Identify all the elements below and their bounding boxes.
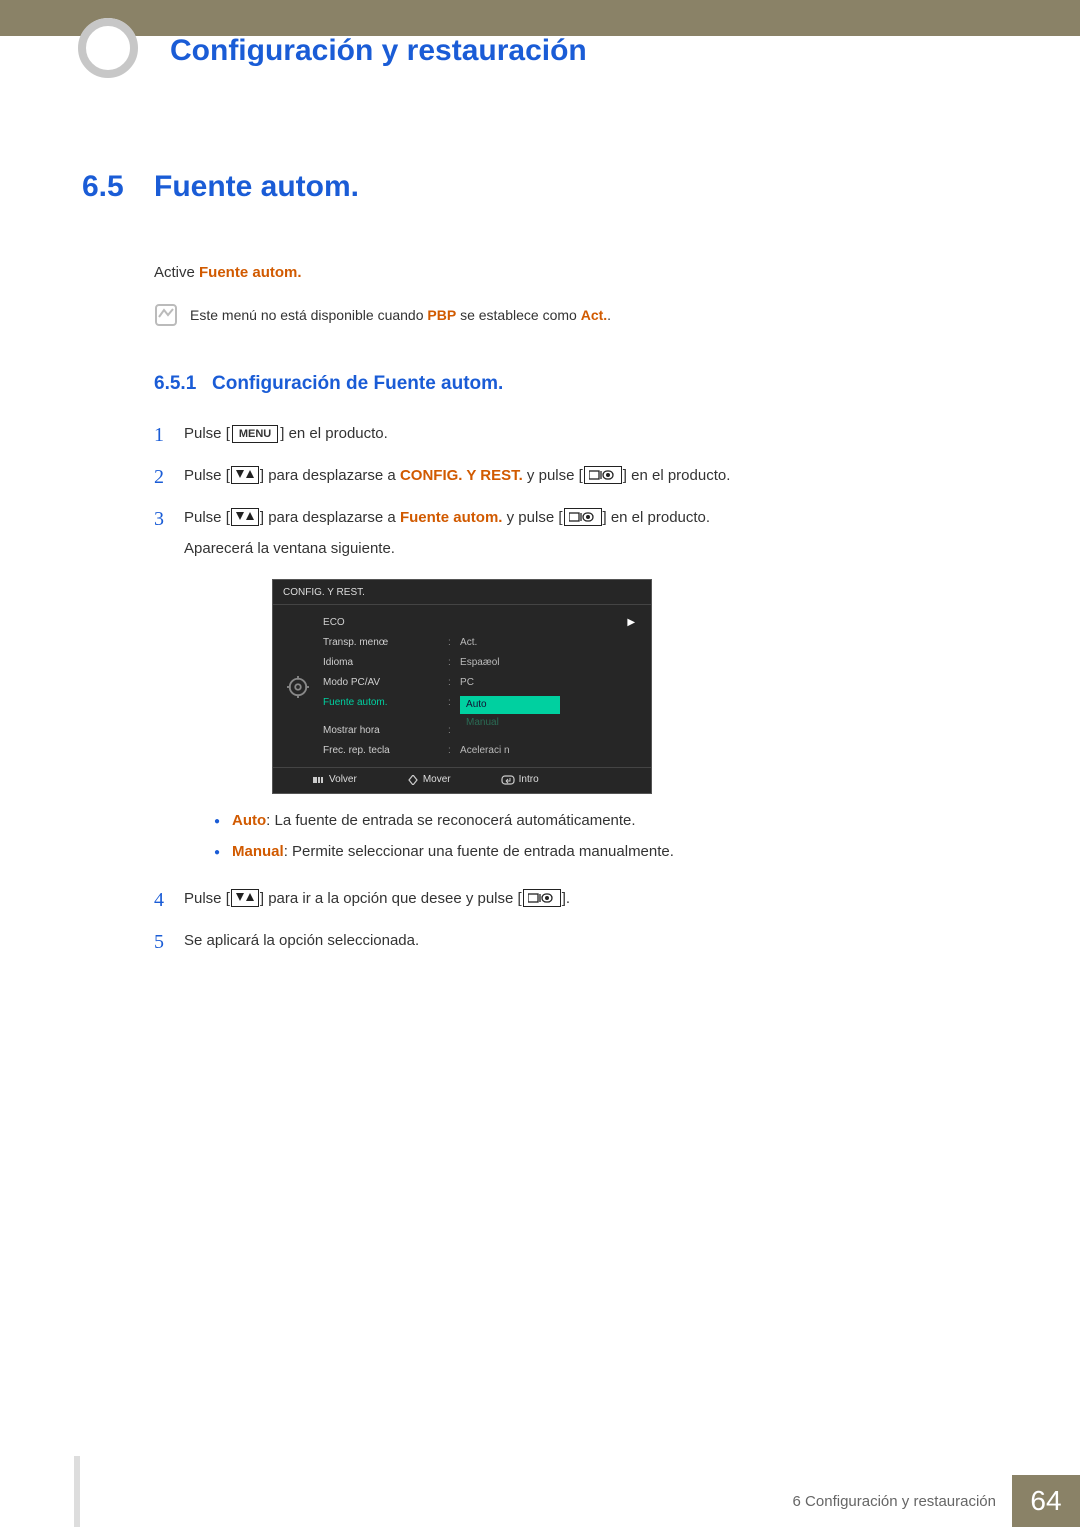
osd-body: ECO ▶ Transp. menœ : Act. Idioma xyxy=(273,605,651,767)
chapter-title: Configuración y restauración xyxy=(170,34,587,68)
steps-list: 1 Pulse [MENU] en el producto. 2 Pulse [… xyxy=(154,421,998,956)
step-text: Se aplicará la opción seleccionada. xyxy=(184,928,419,956)
step-1: 1 Pulse [MENU] en el producto. xyxy=(154,421,998,449)
step-4: 4 Pulse [ ] para ir a la opción que dese… xyxy=(154,886,998,914)
intro-highlight: Fuente autom. xyxy=(199,264,302,281)
bullets: ● Auto: La fuente de entrada se reconoce… xyxy=(214,810,710,862)
footer-breadcrumb: 6 Configuración y restauración xyxy=(793,1475,1012,1527)
enter-key-icon xyxy=(564,508,602,526)
bullet-auto: ● Auto: La fuente de entrada se reconoce… xyxy=(214,810,710,831)
menu-key: MENU xyxy=(232,425,278,443)
step-text: Pulse [ ] para ir a la opción que desee … xyxy=(184,886,570,914)
subsection-heading: 6.5.1 Configuración de Fuente autom. xyxy=(154,373,998,395)
step-text: Pulse [ ] para desplazarse a Fuente auto… xyxy=(184,505,710,872)
note-pbp: PBP xyxy=(427,307,456,323)
section-number: 6.5 xyxy=(82,170,154,204)
step-2: 2 Pulse [ ] para desplazarse a CONFIG. Y… xyxy=(154,463,998,491)
bullet-dot-icon: ● xyxy=(214,841,232,860)
step-number: 4 xyxy=(154,886,184,914)
step-number: 2 xyxy=(154,463,184,491)
intro-line: Active Fuente autom. xyxy=(154,264,998,281)
intro-prefix: Active xyxy=(154,264,199,281)
osd-panel: CONFIG. Y REST. xyxy=(272,579,652,794)
header-bar xyxy=(0,0,1080,36)
note-text: Este menú no está disponible cuando PBP … xyxy=(190,307,611,323)
footer-bar: 6 Configuración y restauración 64 xyxy=(0,1475,1080,1527)
bullet-label: Auto xyxy=(232,812,266,829)
osd-footer-intro: Intro xyxy=(501,773,539,787)
osd-option-auto: Auto xyxy=(460,696,560,714)
note-text-b: se establece como xyxy=(456,307,581,323)
osd-footer: Volver Mover Intro xyxy=(273,767,651,793)
step-text: Pulse [ ] para desplazarse a CONFIG. Y R… xyxy=(184,463,730,491)
osd-row-frec: Frec. rep. tecla : Aceleraci n xyxy=(323,741,641,761)
up-down-key-icon xyxy=(231,889,259,907)
step-target: Fuente autom. xyxy=(400,509,503,526)
bullet-label: Manual xyxy=(232,843,284,860)
osd-screenshot: CONFIG. Y REST. xyxy=(214,579,710,794)
section-title: Fuente autom. xyxy=(154,170,359,204)
step-number: 3 xyxy=(154,505,184,872)
step-number: 1 xyxy=(154,421,184,449)
enter-key-icon xyxy=(523,889,561,907)
subsection-title: Configuración de Fuente autom. xyxy=(212,373,503,395)
subsection-number: 6.5.1 xyxy=(154,373,212,395)
osd-footer-volver: Volver xyxy=(313,773,357,787)
osd-footer-mover: Mover xyxy=(407,773,451,787)
step-target: CONFIG. Y REST. xyxy=(400,467,523,484)
bullet-desc: : Permite seleccionar una fuente de entr… xyxy=(284,843,674,860)
step-followup: Aparecerá la ventana siguiente. xyxy=(184,538,710,559)
osd-title: CONFIG. Y REST. xyxy=(273,580,651,605)
osd-row-mostrar: Mostrar hora : xyxy=(323,721,641,741)
bullet-manual: ● Manual: Permite seleccionar una fuente… xyxy=(214,841,710,862)
up-down-key-icon xyxy=(231,466,259,484)
chapter-badge-border xyxy=(78,18,138,78)
note-text-c: . xyxy=(607,307,611,323)
bullet-desc: : La fuente de entrada se reconocerá aut… xyxy=(266,812,635,829)
osd-row-eco: ECO ▶ xyxy=(323,613,641,633)
note-icon xyxy=(154,303,184,327)
content: 6.5 Fuente autom. Active Fuente autom. E… xyxy=(82,170,998,970)
note-text-a: Este menú no está disponible cuando xyxy=(190,307,427,323)
step-3: 3 Pulse [ ] para desplazarse a Fuente au… xyxy=(154,505,998,872)
bullet-dot-icon: ● xyxy=(214,810,232,829)
gear-icon xyxy=(287,676,309,698)
note-block: Este menú no está disponible cuando PBP … xyxy=(154,303,998,327)
step-number: 5 xyxy=(154,928,184,956)
note-act: Act. xyxy=(581,307,607,323)
osd-side-icon xyxy=(273,613,323,761)
chevron-right-icon: ▶ xyxy=(448,616,641,630)
osd-rows: ECO ▶ Transp. menœ : Act. Idioma xyxy=(323,613,651,761)
step-5: 5 Se aplicará la opción seleccionada. xyxy=(154,928,998,956)
enter-key-icon xyxy=(584,466,622,484)
osd-row-idioma: Idioma : Espaæol xyxy=(323,653,641,673)
page-number: 64 xyxy=(1012,1475,1080,1527)
step-text: Pulse [MENU] en el producto. xyxy=(184,421,388,449)
up-down-key-icon xyxy=(231,508,259,526)
section-heading: 6.5 Fuente autom. xyxy=(82,170,998,204)
osd-row-modo: Modo PC/AV : PC xyxy=(323,673,641,693)
osd-row-transp: Transp. menœ : Act. xyxy=(323,633,641,653)
